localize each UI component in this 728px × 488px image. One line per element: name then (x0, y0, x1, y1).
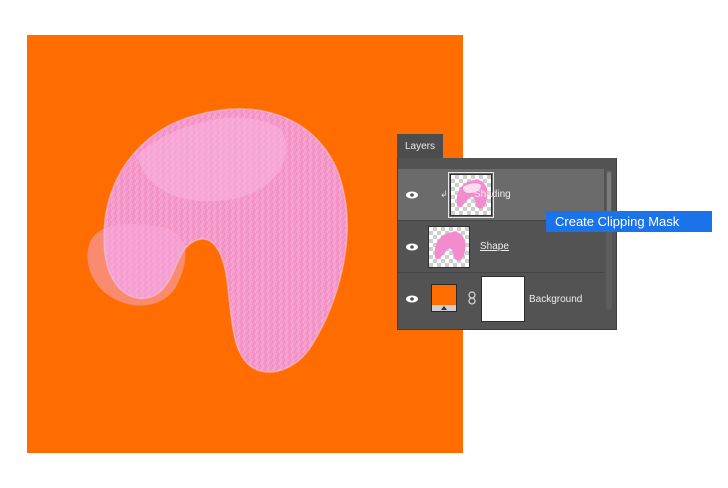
layer-name-background[interactable]: Background (529, 294, 582, 305)
layer-row-background[interactable]: Background (398, 273, 604, 325)
fill-color-thumbnail[interactable] (431, 284, 457, 312)
layer-name-shape[interactable]: Shape (480, 241, 509, 252)
create-clipping-mask-tooltip[interactable]: Create Clipping Mask (546, 211, 712, 232)
chain-link-icon[interactable] (467, 291, 477, 305)
eye-icon[interactable] (405, 190, 419, 200)
layer-mask-thumbnail[interactable] (481, 276, 525, 322)
layer-name-shading[interactable]: Shading (474, 189, 511, 200)
eye-icon[interactable] (405, 294, 419, 304)
clipping-arrow-icon: ↲ (440, 189, 448, 199)
layers-panel: Layers ↲ Shading Shape Background (397, 134, 617, 330)
triangle-icon (441, 306, 447, 310)
eye-icon[interactable] (405, 242, 419, 252)
layer-thumbnail-shape[interactable] (428, 226, 470, 268)
tab-layers[interactable]: Layers (397, 134, 443, 158)
layers-list: ↲ Shading Shape Background (397, 158, 617, 330)
